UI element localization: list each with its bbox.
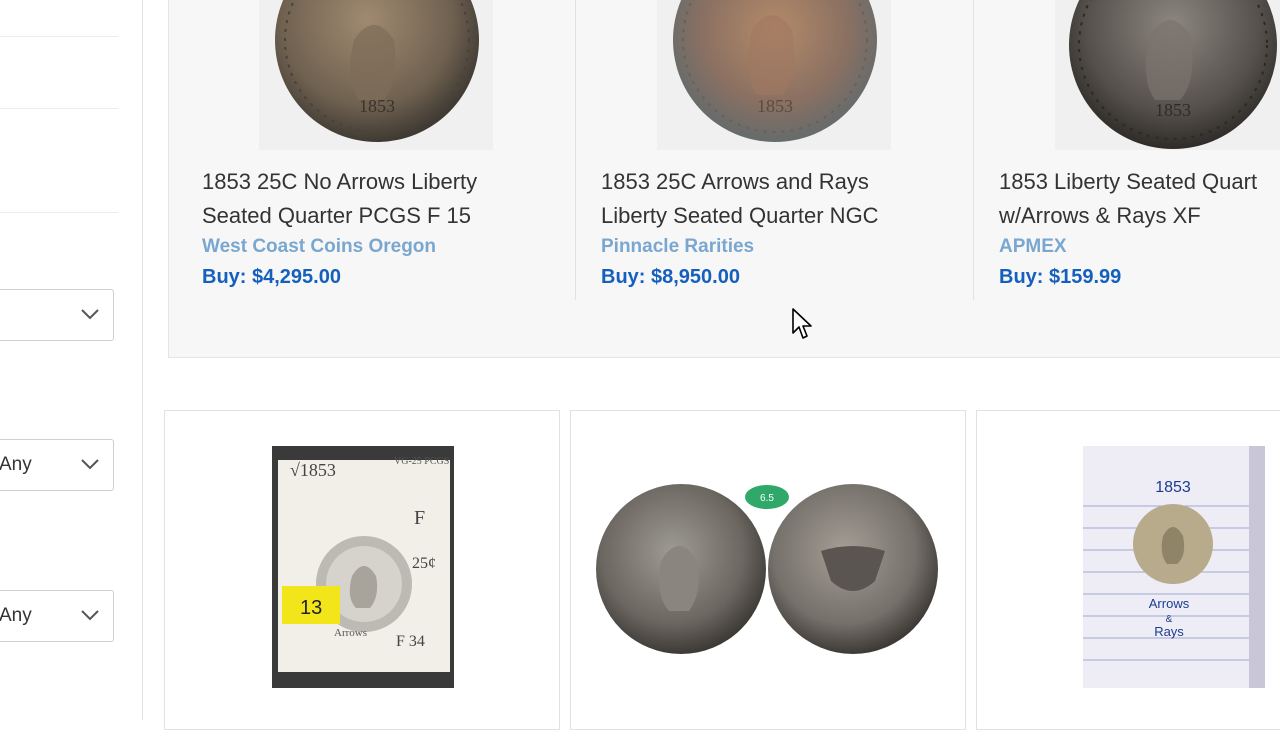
photo-note-caption: Arrows xyxy=(1149,596,1190,611)
seller-link[interactable]: APMEX xyxy=(999,236,1067,258)
chevron-down-icon xyxy=(81,610,99,621)
buy-price[interactable]: Buy: $4,295.00 xyxy=(202,266,341,289)
item-title[interactable]: 1853 Liberty Seated Quart w/Arrows & Ray… xyxy=(999,165,1257,233)
svg-text:1853: 1853 xyxy=(757,96,793,116)
filter-select[interactable] xyxy=(0,289,114,341)
photo-note-tag: 13 xyxy=(300,597,322,619)
sidebar-divider xyxy=(0,108,118,109)
result-item-card[interactable]: √1853 F 25¢ 13 Arrows F 34 VG-25 PCGS xyxy=(164,410,560,730)
item-title-line: 1853 25C Arrows and Rays xyxy=(601,169,869,194)
sponsored-items-strip: 1853 1853 25C No Arrows Liberty Seated Q… xyxy=(168,0,1280,358)
item-title-line: 1853 25C No Arrows Liberty xyxy=(202,169,478,194)
photo-note-grade: F xyxy=(414,507,425,529)
svg-text:1853: 1853 xyxy=(359,96,395,116)
chevron-down-icon xyxy=(81,309,99,320)
photo-note-caption: Rays xyxy=(1154,624,1184,639)
item-photo[interactable]: 6.5 xyxy=(591,471,947,661)
photo-note-denomination: 25¢ xyxy=(412,555,436,572)
item-photo[interactable]: √1853 F 25¢ 13 Arrows F 34 VG-25 PCGS xyxy=(272,446,454,688)
item-title[interactable]: 1853 25C Arrows and Rays Liberty Seated … xyxy=(601,165,879,233)
item-photo[interactable]: 1853 Arrows & Rays xyxy=(1083,446,1265,688)
buy-price[interactable]: Buy: $159.99 xyxy=(999,266,1121,289)
mouse-cursor-icon xyxy=(792,308,812,339)
photo-note-sub: Arrows xyxy=(334,627,367,639)
sponsored-item-card[interactable]: 1853 1853 Liberty Seated Quart w/Arrows … xyxy=(973,0,1280,300)
sponsored-item-card[interactable]: 1853 1853 25C Arrows and Rays Liberty Se… xyxy=(575,0,973,300)
svg-text:1853: 1853 xyxy=(1155,100,1191,120)
seller-link[interactable]: West Coast Coins Oregon xyxy=(202,236,436,258)
result-item-card[interactable]: 6.5 xyxy=(570,410,966,730)
result-item-card[interactable]: 1853 Arrows & Rays xyxy=(976,410,1280,730)
photo-note-year: 1853 xyxy=(1155,479,1191,496)
sidebar-divider xyxy=(0,36,118,37)
photo-note-price: F 34 xyxy=(396,633,425,650)
item-title[interactable]: 1853 25C No Arrows Liberty Seated Quarte… xyxy=(202,165,477,233)
photo-note-year: √1853 xyxy=(290,460,336,480)
item-title-line: Liberty Seated Quarter NGC xyxy=(601,203,879,228)
sidebar-divider xyxy=(0,212,118,213)
coin-image[interactable]: 1853 xyxy=(657,0,891,150)
chevron-down-icon xyxy=(81,459,99,470)
photo-note-sticker: 6.5 xyxy=(760,493,774,504)
filter-select-any[interactable]: Any xyxy=(0,590,114,642)
coin-image[interactable]: 1853 xyxy=(1055,0,1280,150)
seller-link[interactable]: Pinnacle Rarities xyxy=(601,236,754,258)
item-title-line: 1853 Liberty Seated Quart xyxy=(999,169,1258,194)
item-title-line: Seated Quarter PCGS F 15 xyxy=(202,203,472,228)
filter-sidebar: Any Any xyxy=(0,0,143,720)
coin-image[interactable]: 1853 xyxy=(259,0,493,150)
item-title-line: w/Arrows & Rays XF xyxy=(999,203,1201,228)
filter-select-value: Any xyxy=(0,454,32,475)
buy-price[interactable]: Buy: $8,950.00 xyxy=(601,266,740,289)
filter-select-any[interactable]: Any xyxy=(0,439,114,491)
photo-note-corner: VG-25 PCGS xyxy=(394,456,449,467)
sponsored-item-card[interactable]: 1853 1853 25C No Arrows Liberty Seated Q… xyxy=(169,0,575,300)
filter-select-value: Any xyxy=(0,605,32,626)
